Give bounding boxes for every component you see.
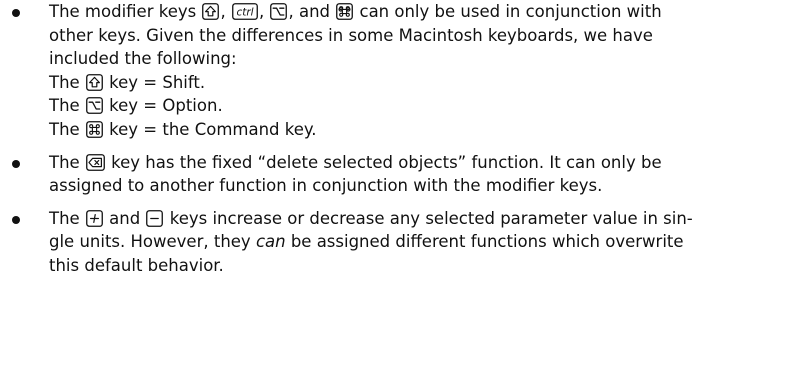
emphasis-can: can — [255, 232, 286, 252]
bullet-1-line-2: other keys. Given the differences in som… — [49, 25, 653, 45]
bullet-plus-minus-keys: The and keys increase or decrease any se… — [0, 207, 792, 278]
bullet-delete-key: The key has the fixed “delete selected o… — [0, 151, 792, 198]
option-key-icon — [86, 97, 103, 115]
bullet-dot — [12, 9, 20, 17]
document-page: The modifier keys , ctrl, , and can only… — [0, 0, 792, 365]
mapping-shift: The key = Shift. — [49, 72, 206, 92]
bullet-2-line-1: The key has the fixed “delete selected o… — [49, 152, 662, 172]
bullet-3-line-2: gle units. However, they can be assigned… — [49, 232, 684, 252]
bullet-3-line-1: The and keys increase or decrease any se… — [49, 208, 693, 228]
bullet-1-line-1: The modifier keys , ctrl, , and can only… — [49, 2, 662, 21]
command-key-icon — [86, 121, 103, 138]
bullet-modifier-keys: The modifier keys , ctrl, , and can only… — [0, 0, 792, 142]
option-key-icon — [270, 3, 288, 20]
mapping-command: The key = the Command key. — [49, 119, 317, 139]
delete-key-icon — [86, 153, 105, 171]
ctrl-key-icon: ctrl — [232, 3, 258, 20]
bullet-1-line-3: included the following: — [49, 49, 237, 69]
ctrl-key-label: ctrl — [236, 6, 253, 18]
bullet-dot — [12, 215, 20, 224]
mapping-option: The key = Option. — [49, 96, 223, 116]
shift-key-icon — [86, 73, 103, 91]
bullet-3-line-3: this default behavior. — [49, 255, 224, 275]
bullet-dot — [12, 159, 20, 168]
plus-key-icon — [86, 209, 103, 227]
bullet-list: The modifier keys , ctrl, , and can only… — [0, 0, 792, 278]
minus-key-icon — [146, 209, 164, 227]
shift-key-icon — [202, 3, 220, 20]
bullet-2-line-2: assigned to another function in conjunct… — [49, 176, 603, 196]
command-key-icon — [336, 3, 354, 20]
